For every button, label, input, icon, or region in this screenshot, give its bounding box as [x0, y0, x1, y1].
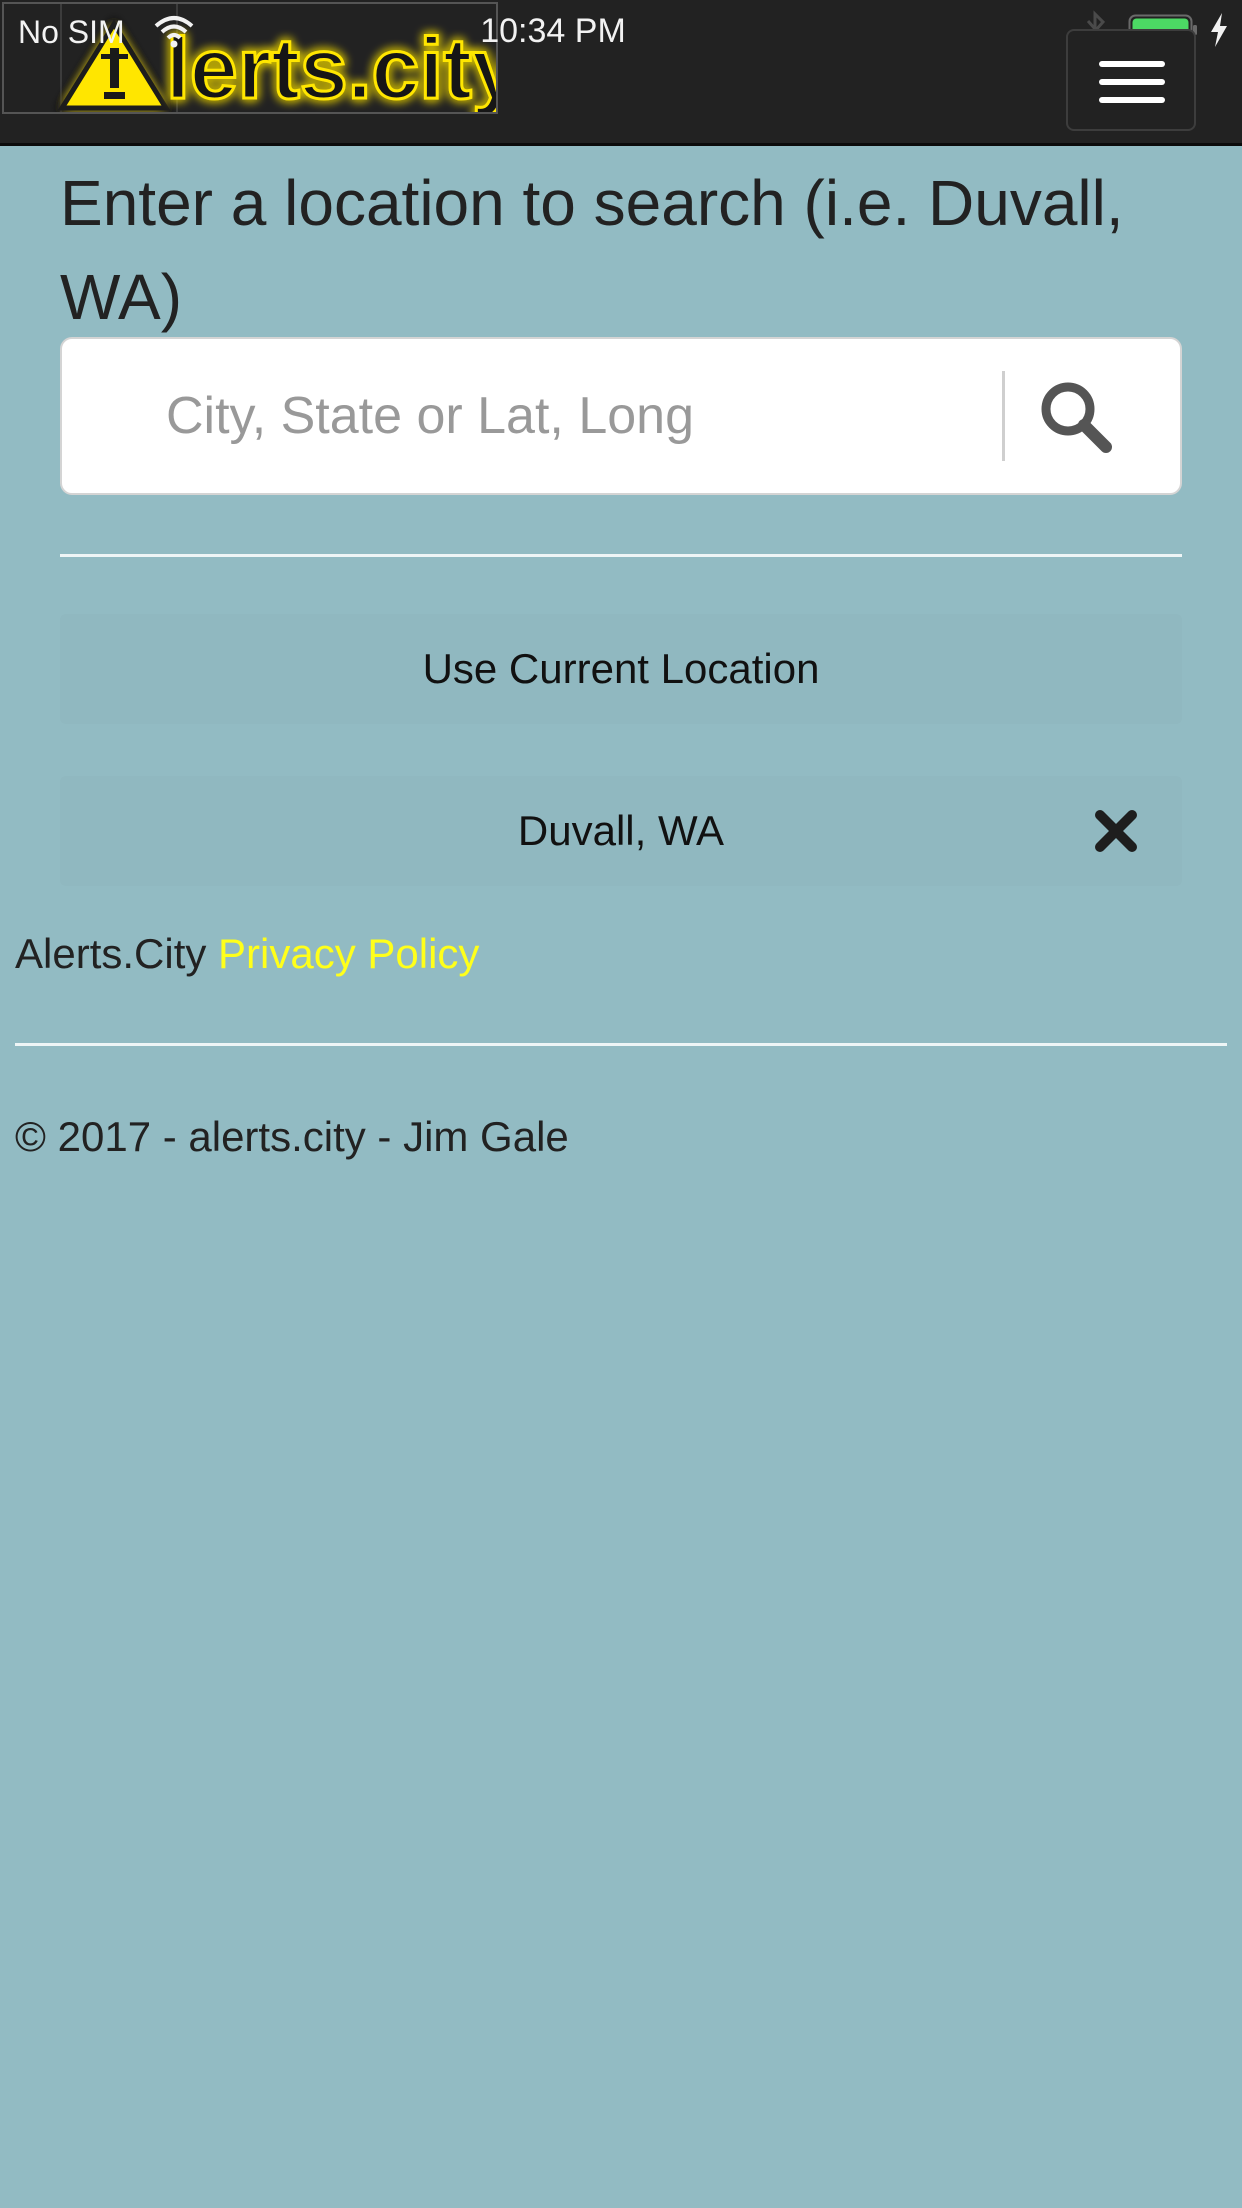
search-divider-gap: [1002, 461, 1005, 493]
hamburger-icon-bar: [1099, 97, 1165, 103]
remove-location-icon[interactable]: [1093, 808, 1139, 854]
use-current-location-label: Use Current Location: [422, 645, 820, 692]
privacy-policy-link[interactable]: Privacy Policy: [218, 930, 479, 977]
footer-divider: [15, 1043, 1227, 1046]
hamburger-icon-bar: [1099, 79, 1165, 85]
use-current-location-button[interactable]: Use Current Location: [60, 614, 1182, 724]
clock-text: 10:34 PM: [480, 12, 626, 50]
section-divider: [60, 554, 1182, 557]
saved-location-label: Duvall, WA: [517, 807, 725, 854]
charging-bolt-icon: [1211, 13, 1227, 47]
navbar: lerts.city No SIM 10:34 PM: [0, 0, 1242, 146]
hamburger-icon-bar: [1099, 61, 1165, 67]
footer-links: Alerts.City Privacy Policy: [15, 930, 479, 978]
search-icon: [1041, 382, 1112, 453]
copyright-text: © 2017 - alerts.city - Jim Gale: [15, 1113, 569, 1160]
footer-site-name: Alerts.City: [15, 930, 207, 977]
search-prompt-heading: Enter a location to search (i.e. Duvall,…: [60, 167, 1124, 333]
search-button[interactable]: [1002, 339, 1180, 493]
location-search-input[interactable]: [62, 339, 1002, 493]
search-group: [60, 337, 1182, 495]
menu-toggle-button[interactable]: [1066, 29, 1196, 131]
search-divider-gap: [1002, 339, 1005, 371]
saved-location-item[interactable]: Duvall, WA: [60, 776, 1182, 886]
clock: 10:34 PM: [0, 12, 1242, 51]
